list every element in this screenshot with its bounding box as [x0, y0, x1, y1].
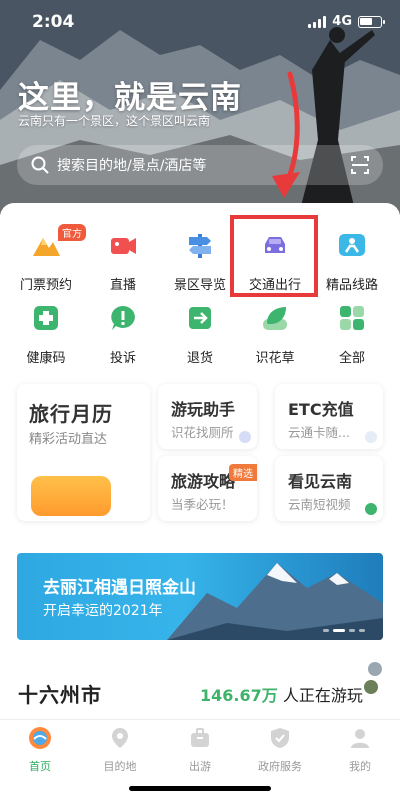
tab-label: 出游 [189, 760, 211, 773]
travel-calendar-tile[interactable]: 旅行月历 精彩活动直达 [17, 384, 150, 521]
scan-icon[interactable] [351, 156, 369, 174]
calendar-illustration [31, 476, 111, 516]
featured-tag: 精选 [229, 464, 257, 481]
tile-decoration [239, 431, 251, 443]
tile-subtitle: 识花找厕所 [171, 425, 234, 440]
tile-title: 旅行月历 [29, 402, 113, 426]
service-all[interactable]: 全部 [312, 303, 392, 366]
tab-label: 我的 [349, 760, 371, 773]
tab-government-services[interactable]: 政府服务 [240, 726, 320, 774]
hero-subtitle: 云南只有一个景区，这个景区叫云南 [18, 114, 211, 128]
battery-icon [358, 15, 385, 28]
health-code-icon [34, 306, 58, 330]
hero-banner: 2:04 4G 这里，就是云南 云南只有一个景区，这个景区叫云南 搜索目的地/景… [0, 0, 400, 215]
official-badge: 官方 [58, 224, 86, 241]
tab-home[interactable]: 首页 [0, 726, 80, 774]
snow-mountain-image [167, 563, 383, 640]
tab-label: 首页 [29, 760, 51, 773]
tab-label: 政府服务 [258, 760, 302, 773]
service-label: 精品线路 [325, 278, 378, 293]
visitor-avatar [366, 660, 384, 678]
service-label: 投诉 [109, 351, 136, 366]
service-complaint[interactable]: 投诉 [83, 303, 163, 366]
location-icon [112, 728, 128, 748]
service-return[interactable]: 退货 [160, 303, 240, 366]
shield-icon [271, 728, 289, 748]
tab-destination[interactable]: 目的地 [80, 726, 160, 774]
carousel-indicator [323, 629, 365, 632]
service-label: 门票预约 [19, 278, 72, 293]
service-routes[interactable]: 精品线路 [312, 230, 392, 293]
banner-subtitle: 开启幸运的2021年 [43, 603, 163, 619]
tile-title: 游玩助手 [171, 400, 236, 419]
leaf-icon [263, 307, 287, 330]
return-icon [189, 307, 211, 329]
search-bar[interactable]: 搜索目的地/景点/酒店等 [17, 145, 383, 185]
see-yunnan-tile[interactable]: 看见云南 云南短视频 [275, 456, 383, 521]
highlight-annotation [230, 215, 318, 297]
status-bar: 2:04 4G [0, 0, 400, 44]
tile-subtitle: 当季必玩！ [171, 497, 234, 512]
service-label: 景区导览 [173, 278, 226, 293]
video-camera-icon [111, 238, 136, 254]
visitor-number: 146.67万 [200, 686, 278, 705]
mountain-ticket-icon [33, 238, 60, 256]
service-guide[interactable]: 景区导览 [160, 230, 240, 293]
banner-title: 去丽江相遇日照金山 [43, 578, 196, 598]
service-label: 退货 [186, 351, 213, 366]
service-label: 全部 [338, 351, 365, 366]
travel-helper-tile[interactable]: 游玩助手 识花找厕所 [158, 384, 257, 449]
promo-banner[interactable]: 去丽江相遇日照金山 开启幸运的2021年 [17, 553, 383, 640]
etc-recharge-tile[interactable]: ETC充值 云通卡随... [275, 384, 383, 449]
complaint-icon [111, 306, 135, 330]
service-live[interactable]: 直播 [83, 230, 163, 293]
search-icon [31, 156, 49, 174]
person-icon [351, 729, 369, 748]
tile-title: 旅游攻略 [171, 472, 236, 491]
tile-decoration [365, 431, 377, 443]
service-plant-id[interactable]: 识花草 [235, 303, 315, 366]
home-icon [29, 727, 51, 749]
home-indicator [129, 786, 271, 791]
service-health-code[interactable]: 健康码 [6, 303, 86, 366]
tile-title: 看见云南 [288, 472, 353, 491]
tab-profile[interactable]: 我的 [320, 726, 400, 774]
tile-subtitle: 精彩活动直达 [29, 432, 108, 447]
tab-label: 目的地 [103, 760, 137, 773]
search-placeholder: 搜索目的地/景点/酒店等 [57, 158, 207, 174]
hero-title: 这里，就是云南 [18, 80, 242, 116]
visitor-count: 146.67万 人正在游玩 [200, 682, 363, 706]
all-grid-icon [340, 306, 364, 330]
service-label: 直播 [109, 278, 136, 293]
status-time: 2:04 [32, 12, 75, 32]
region-title: 十六州市 [18, 683, 102, 707]
tile-decoration [365, 503, 377, 515]
tile-subtitle: 云南短视频 [288, 497, 351, 512]
network-type: 4G [332, 14, 352, 29]
service-label: 健康码 [26, 351, 66, 366]
tab-travel[interactable]: 出游 [160, 726, 240, 774]
travel-guide-tile[interactable]: 旅游攻略 当季必玩！ 精选 [158, 456, 257, 521]
visitor-avatar [362, 678, 380, 696]
suitcase-icon [191, 728, 209, 747]
guide-signpost-icon [189, 234, 211, 258]
service-label: 识花草 [255, 351, 295, 366]
tile-subtitle: 云通卡随... [288, 425, 350, 440]
visitor-suffix: 人正在游玩 [282, 686, 363, 705]
signal-icon [308, 15, 327, 28]
route-icon [339, 234, 365, 256]
tile-title: ETC充值 [288, 400, 354, 419]
